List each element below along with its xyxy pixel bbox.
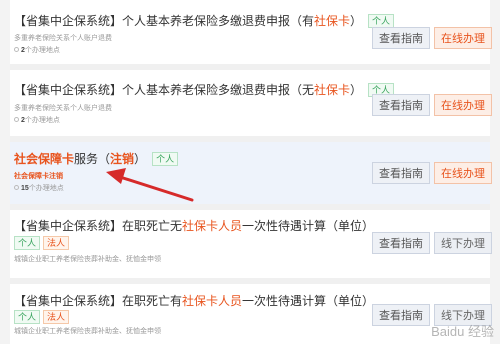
watermark: Baidu 经验 <box>431 324 494 339</box>
red-arrow-annotation <box>106 168 194 202</box>
